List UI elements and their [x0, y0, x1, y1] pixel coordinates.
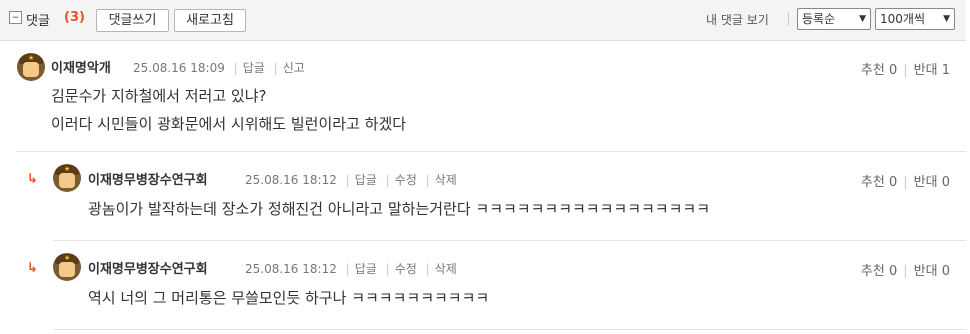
- delete-link[interactable]: 삭제: [435, 262, 457, 276]
- sort-select[interactable]: 등록순 ▼: [797, 8, 871, 30]
- avatar[interactable]: ★: [53, 164, 81, 192]
- avatar[interactable]: ★: [53, 253, 81, 281]
- comment-count: (3): [64, 10, 85, 25]
- my-comments-link[interactable]: 내 댓글 보기: [706, 11, 769, 28]
- comment-text-line: 광놈이가 발작하는데 장소가 정해진건 아니라고 말하는거란다 ㅋㅋㅋㅋㅋㅋㅋㅋ…: [88, 200, 711, 218]
- comment-author[interactable]: 이재명무병장수연구회: [88, 169, 208, 188]
- comment-date: 25.08.16 18:12: [245, 262, 337, 276]
- comment-date: 25.08.16 18:12: [245, 173, 337, 187]
- vote-counts: 추천 0 | 반대 0: [860, 175, 950, 190]
- oppose-button[interactable]: 반대 0: [914, 264, 950, 279]
- reply-arrow-icon: ↳: [27, 261, 38, 276]
- comments-title: 댓글: [26, 14, 50, 29]
- minus-square-icon[interactable]: −: [9, 11, 22, 24]
- reply-link[interactable]: 답글: [355, 262, 377, 276]
- recommend-button[interactable]: 추천 0: [861, 63, 897, 78]
- reply-item: ↳ ★ 이재명무병장수연구회 25.08.16 18:12 | 답글 | 수정 | 삭…: [0, 152, 966, 240]
- comment-meta: 25.08.16 18:12 | 답글 | 수정 | 삭제: [245, 262, 457, 276]
- recommend-button[interactable]: 추천 0: [861, 264, 897, 279]
- oppose-button[interactable]: 반대 0: [914, 175, 950, 190]
- sort-select-value: 등록순: [802, 12, 836, 26]
- write-comment-button[interactable]: 댓글쓰기: [96, 9, 169, 32]
- recommend-button[interactable]: 추천 0: [861, 175, 897, 190]
- avatar[interactable]: ★: [17, 53, 45, 81]
- edit-link[interactable]: 수정: [395, 173, 417, 187]
- comment-author[interactable]: 이재명무병장수연구회: [88, 258, 208, 277]
- edit-link[interactable]: 수정: [395, 262, 417, 276]
- reply-arrow-icon: ↳: [27, 172, 38, 187]
- divider: [788, 12, 789, 26]
- reply-link[interactable]: 답글: [243, 61, 265, 75]
- chevron-down-icon: ▼: [943, 14, 950, 24]
- comment-text-line: 역시 너의 그 머리통은 무쓸모인듯 하구나 ㅋㅋㅋㅋㅋㅋㅋㅋㅋㅋ: [88, 289, 490, 307]
- reply-item: ↳ ★ 이재명무병장수연구회 25.08.16 18:12 | 답글 | 수정 | 삭…: [0, 241, 966, 329]
- comment-item: ★ 이재명악개 25.08.16 18:09 | 답글 | 신고 추천 0 | 반대 1…: [0, 41, 966, 151]
- page-size-select[interactable]: 100개씩 ▼: [875, 8, 955, 30]
- comment-date: 25.08.16 18:09: [133, 61, 225, 75]
- report-link[interactable]: 신고: [283, 61, 305, 75]
- comment-text-line: 이러다 시민들이 광화문에서 시위해도 빌런이라고 하겠다: [51, 115, 407, 133]
- comment-author[interactable]: 이재명악개: [51, 57, 111, 76]
- page-size-select-value: 100개씩: [880, 12, 925, 26]
- row-divider: [53, 329, 966, 330]
- comment-toolbar: − 댓글 (3) 댓글쓰기 새로고침 내 댓글 보기 등록순 ▼ 100개씩 ▼: [0, 0, 966, 41]
- refresh-button[interactable]: 새로고침: [174, 9, 246, 32]
- comment-meta: 25.08.16 18:12 | 답글 | 수정 | 삭제: [245, 173, 457, 187]
- vote-counts: 추천 0 | 반대 0: [860, 264, 950, 279]
- oppose-button[interactable]: 반대 1: [914, 63, 950, 78]
- chevron-down-icon: ▼: [859, 14, 866, 24]
- vote-counts: 추천 0 | 반대 1: [860, 63, 950, 78]
- comment-text-line: 김문수가 지하철에서 저러고 있냐?: [51, 87, 267, 105]
- comment-meta: 25.08.16 18:09 | 답글 | 신고: [133, 61, 305, 75]
- delete-link[interactable]: 삭제: [435, 173, 457, 187]
- reply-link[interactable]: 답글: [355, 173, 377, 187]
